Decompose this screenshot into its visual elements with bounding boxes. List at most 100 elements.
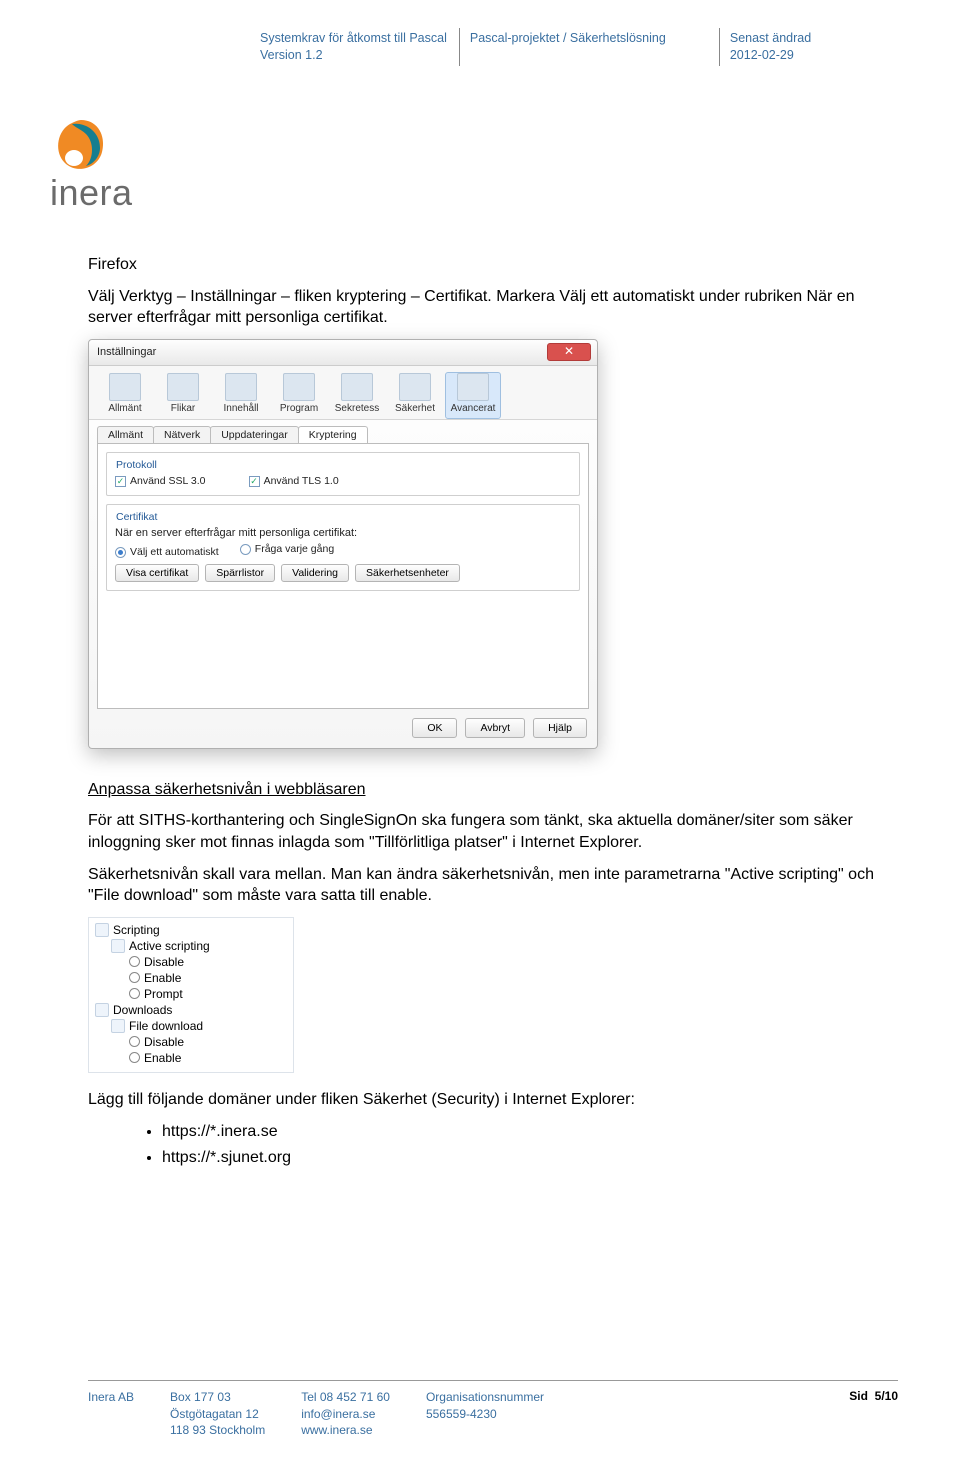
subtab-allmant[interactable]: Allmänt [97,426,154,443]
footer-text: Box 177 03 [170,1389,265,1405]
header-text: Systemkrav för åtkomst till Pascal [260,30,447,47]
page-number: Sid 5/10 [849,1389,898,1438]
radio-auto-select[interactable]: Välj ett automatiskt [115,546,219,558]
page-value: 5/10 [875,1389,898,1403]
toolbar-tab-sakerhet[interactable]: Säkerhet [387,372,443,419]
subtab-natverk[interactable]: Nätverk [153,426,211,443]
radio-icon [129,1052,140,1063]
paragraph: Lägg till följande domäner under fliken … [88,1089,898,1111]
option-enable[interactable]: Enable [93,970,289,986]
radio-ask-each-time[interactable]: Fråga varje gång [240,543,334,555]
tab-label: Allmänt [108,403,141,414]
security-devices-button[interactable]: Säkerhetsenheter [355,564,460,582]
tree-node-downloads: Downloads [93,1002,289,1018]
checkbox-ssl3[interactable]: ✓ Använd SSL 3.0 [115,475,206,487]
tab-label: Avancerat [451,403,496,414]
cancel-button[interactable]: Avbryt [465,718,525,738]
checkbox-label: Använd TLS 1.0 [264,475,339,487]
header-text: Senast ändrad [730,30,811,47]
checkbox-tls1[interactable]: ✓Använd TLS 1.0 [249,475,339,487]
checkbox-label: Använd SSL 3.0 [130,475,206,487]
footer-text: 118 93 Stockholm [170,1422,265,1438]
toolbar-tab-sekretess[interactable]: Sekretess [329,372,385,419]
inera-logo: inera [50,114,133,214]
gear-icon [457,373,489,401]
privacy-icon [341,373,373,401]
header-col-3: Senast ändrad 2012-02-29 [719,28,823,66]
close-button[interactable]: ✕ [547,343,591,361]
content-icon [225,373,257,401]
revocation-lists-button[interactable]: Spärrlistor [205,564,275,582]
lock-icon [399,373,431,401]
footer-text: info@inera.se [301,1406,390,1422]
footer-col-company: Inera AB [88,1389,134,1438]
tab-label: Sekretess [335,403,379,414]
domain-list: https://*.inera.se https://*.sjunet.org [122,1120,898,1168]
paragraph: Säkerhetsnivån skall vara mellan. Man ka… [88,864,898,907]
list-item: https://*.sjunet.org [162,1146,898,1169]
toolbar-tab-innehall[interactable]: Innehåll [213,372,269,419]
radio-icon [129,972,140,983]
radio-icon [115,547,126,558]
category-icon [95,923,109,937]
option-prompt[interactable]: Prompt [93,986,289,1002]
tabs-icon [167,373,199,401]
header-col-2: Pascal-projektet / Säkerhetslösning [459,28,719,66]
toolbar-tab-program[interactable]: Program [271,372,327,419]
footer-text: Östgötagatan 12 [170,1406,265,1422]
tree-node-file-download: File download [93,1018,289,1034]
toolbar-tab-allmant[interactable]: Allmänt [97,372,153,419]
panel-kryptering: Protokoll ✓Använd SSL 3.0 ✓Använd TLS 1.… [97,443,589,709]
header-col-1: Systemkrav för åtkomst till Pascal Versi… [260,28,459,66]
paragraph: Välj Verktyg – Inställningar – fliken kr… [88,286,898,329]
option-enable[interactable]: Enable [93,1050,289,1066]
validation-button[interactable]: Validering [281,564,349,582]
tree-label: Active scripting [129,939,210,953]
radio-icon [240,544,251,555]
footer-col-contact: Tel 08 452 71 60 info@inera.se www.inera… [301,1389,390,1438]
radio-icon [129,988,140,999]
tree-label: Scripting [113,923,160,937]
header-text: 2012-02-29 [730,47,811,64]
group-protokoll: Protokoll ✓Använd SSL 3.0 ✓Använd TLS 1.… [106,452,580,497]
footer-col-address: Box 177 03 Östgötagatan 12 118 93 Stockh… [170,1389,265,1438]
paragraph: För att SITHS-korthantering och SingleSi… [88,810,898,853]
option-label: Disable [144,955,184,969]
page-icon [109,373,141,401]
doc-footer: Inera AB Box 177 03 Östgötagatan 12 118 … [88,1380,898,1438]
setting-icon [111,939,125,953]
option-disable[interactable]: Disable [93,954,289,970]
header-text: Pascal-projektet / Säkerhetslösning [470,30,707,47]
radio-icon [129,956,140,967]
check-icon: ✓ [115,476,126,487]
footer-col-orgnr: Organisationsnummer 556559-4230 [426,1389,544,1438]
list-item: https://*.inera.se [162,1120,898,1143]
logo-mark-icon [50,114,112,176]
header-text: Version 1.2 [260,47,447,64]
tab-label: Innehåll [223,403,258,414]
toolbar-tab-flikar[interactable]: Flikar [155,372,211,419]
subtabs: Allmänt Nätverk Uppdateringar Kryptering [89,420,597,443]
help-button[interactable]: Hjälp [533,718,587,738]
option-label: Enable [144,971,181,985]
group-subtitle: När en server efterfrågar mitt personlig… [115,527,571,539]
ok-button[interactable]: OK [412,718,457,738]
view-certificates-button[interactable]: Visa certifikat [115,564,199,582]
heading-anpassa: Anpassa säkerhetsnivån i webbläsaren [88,779,898,801]
tree-label: File download [129,1019,203,1033]
subtab-uppdateringar[interactable]: Uppdateringar [210,426,299,443]
option-label: Disable [144,1035,184,1049]
tree-node-scripting: Scripting [93,922,289,938]
group-certifikat: Certifikat När en server efterfrågar mit… [106,504,580,591]
tab-label: Säkerhet [395,403,435,414]
heading-firefox: Firefox [88,254,898,276]
firefox-settings-dialog: Inställningar ✕ Allmänt Flikar Innehåll … [88,339,598,749]
footer-text: 556559-4230 [426,1406,544,1422]
radio-label: Välj ett automatiskt [130,546,219,558]
group-title: Certifikat [113,511,160,523]
footer-text: Inera AB [88,1389,134,1405]
toolbar-tab-avancerat[interactable]: Avancerat [445,372,501,419]
tab-label: Flikar [171,403,195,414]
subtab-kryptering[interactable]: Kryptering [298,426,368,443]
option-disable[interactable]: Disable [93,1034,289,1050]
